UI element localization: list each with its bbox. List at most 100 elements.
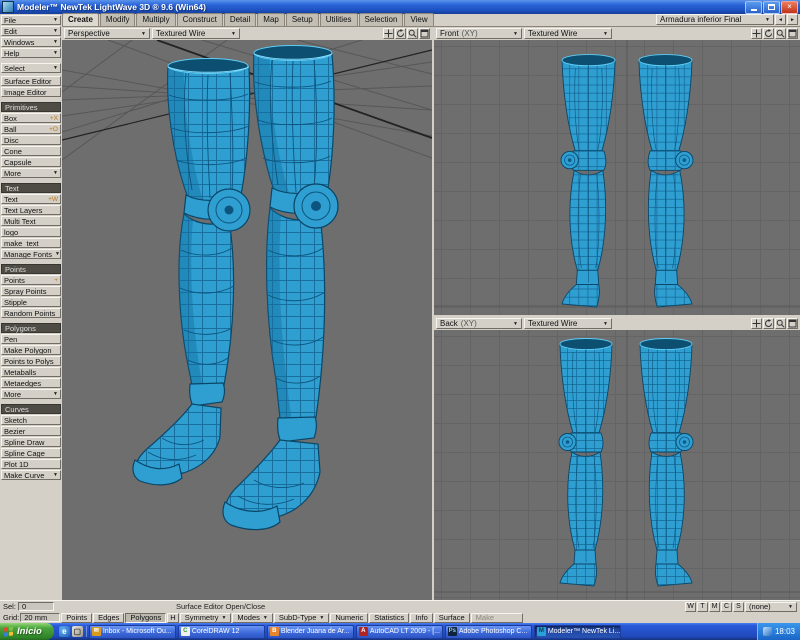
maximize-viewport-button[interactable] (787, 318, 798, 329)
maximize-button[interactable] (763, 0, 780, 14)
zoom-button[interactable] (407, 28, 418, 39)
rotate-button[interactable] (763, 318, 774, 329)
tool-manage-fonts[interactable]: Manage Fonts ▼ (1, 249, 61, 259)
pan-button[interactable] (751, 28, 762, 39)
tab-create[interactable]: Create (62, 13, 99, 26)
tool-points-to-polys[interactable]: Points to Polys (1, 356, 61, 366)
tool-pen[interactable]: Pen (1, 334, 61, 344)
taskbar-app-photoshop[interactable]: Ps Adobe Photoshop C... (444, 624, 532, 639)
tool-more-polygons[interactable]: More ▼ (1, 389, 61, 399)
tab-setup[interactable]: Setup (285, 13, 319, 26)
tool-points[interactable]: Points + (1, 275, 61, 285)
zoom-button[interactable] (775, 28, 786, 39)
tool-logo[interactable]: logo (1, 227, 61, 237)
vmap-color-button[interactable]: C (721, 601, 732, 612)
taskbar-app-blender[interactable]: B Blender Juana de Ar... (266, 624, 354, 639)
tab-detail[interactable]: Detail (223, 13, 257, 26)
taskbar-app-coreldraw[interactable]: C CorelDRAW 12 (177, 624, 265, 639)
front-canvas[interactable] (434, 40, 800, 315)
tool-metaedges[interactable]: Metaedges (1, 378, 61, 388)
subd-type-button[interactable]: SubD-Type ▼ (273, 612, 330, 623)
tab-modify[interactable]: Modify (99, 13, 136, 26)
preset-next-button[interactable]: ► (787, 14, 798, 25)
close-button[interactable]: × (781, 0, 798, 14)
menu-file[interactable]: File ▼ (1, 15, 61, 25)
tool-plot-1d[interactable]: Plot 1D (1, 459, 61, 469)
show-desktop-icon[interactable]: ▢ (71, 626, 83, 637)
menu-help[interactable]: Help ▼ (1, 48, 61, 58)
maximize-viewport-button[interactable] (419, 28, 430, 39)
tray-icon[interactable] (762, 627, 772, 636)
tool-spray-points[interactable]: Spray Points (1, 286, 61, 296)
info-button[interactable]: Info (410, 612, 433, 623)
preset-prev-button[interactable]: ◄ (775, 14, 786, 25)
tool-more-primitives[interactable]: More ▼ (1, 168, 61, 178)
tool-stipple[interactable]: Stipple (1, 297, 61, 307)
pan-button[interactable] (383, 28, 394, 39)
tool-make-text[interactable]: make_text (1, 238, 61, 248)
tool-multi-text[interactable]: Multi Text (1, 216, 61, 226)
perspective-canvas[interactable] (62, 40, 432, 600)
tool-text[interactable]: Text +W (1, 194, 61, 204)
tab-selection[interactable]: Selection (358, 13, 404, 26)
symmetry-button[interactable]: Symmetry ▼ (179, 612, 232, 623)
h-button[interactable]: H (167, 612, 179, 623)
taskbar-app-modeler[interactable]: M Modeler™ NewTek Li... (533, 624, 621, 639)
tool-cone[interactable]: Cone (1, 146, 61, 156)
vmap-weight-button[interactable]: W (685, 601, 696, 612)
vmap-selection-button[interactable]: S (733, 601, 744, 612)
render-mode-dropdown[interactable]: Textured Wire ▼ (524, 318, 612, 329)
menu-edit[interactable]: Edit ▼ (1, 26, 61, 36)
tool-capsule[interactable]: Capsule (1, 157, 61, 167)
modes-button[interactable]: Modes ▼ (232, 612, 273, 623)
tool-box[interactable]: Box +X (1, 113, 61, 123)
taskbar-app-outlook[interactable]: ✉ Inbox - Microsoft Ou... (88, 624, 176, 639)
tab-map[interactable]: Map (257, 13, 285, 26)
vmap-morph-button[interactable]: M (709, 601, 720, 612)
back-canvas[interactable] (434, 330, 800, 600)
mode-edges-button[interactable]: Edges (93, 612, 125, 623)
mode-points-button[interactable]: Points (61, 612, 93, 623)
rotate-button[interactable] (395, 28, 406, 39)
tab-construct[interactable]: Construct (176, 13, 223, 26)
rotate-button[interactable] (763, 28, 774, 39)
view-type-dropdown[interactable]: Back (XY) ▼ (436, 318, 522, 329)
tool-make-polygon[interactable]: Make Polygon (1, 345, 61, 355)
internet-explorer-icon[interactable]: e (58, 626, 70, 637)
image-editor-button[interactable]: Image Editor (1, 87, 61, 97)
mode-polygons-button[interactable]: Polygons (125, 612, 167, 623)
tool-ball[interactable]: Ball +O (1, 124, 61, 134)
maximize-viewport-button[interactable] (787, 28, 798, 39)
render-mode-dropdown[interactable]: Textured Wire ▼ (152, 28, 240, 39)
zoom-button[interactable] (775, 318, 786, 329)
tab-multiply[interactable]: Multiply (136, 13, 176, 26)
start-button[interactable]: Inicio (0, 623, 54, 640)
menu-select[interactable]: Select ▼ (1, 63, 61, 73)
tool-sketch[interactable]: Sketch (1, 415, 61, 425)
tool-spline-cage[interactable]: Spline Cage (1, 448, 61, 458)
render-mode-dropdown[interactable]: Textured Wire ▼ (524, 28, 612, 39)
menu-windows[interactable]: Windows ▼ (1, 37, 61, 47)
preset-dropdown[interactable]: Armadura inferior Final ▼ (656, 14, 774, 25)
tab-view[interactable]: View (404, 13, 434, 26)
surface-editor-button[interactable]: Surface Editor (1, 76, 61, 86)
minimize-button[interactable] (745, 0, 762, 14)
numeric-button[interactable]: Numeric (330, 612, 369, 623)
tab-utilities[interactable]: Utilities (319, 13, 358, 26)
tool-metaballs[interactable]: Metaballs (1, 367, 61, 377)
tool-bezier[interactable]: Bezier (1, 426, 61, 436)
surface-button[interactable]: Surface (433, 612, 470, 623)
make-button[interactable]: Make (470, 612, 523, 623)
view-type-dropdown[interactable]: Perspective ▼ (64, 28, 150, 39)
pan-button[interactable] (751, 318, 762, 329)
tool-random-points[interactable]: Random Points (1, 308, 61, 318)
tool-spline-draw[interactable]: Spline Draw (1, 437, 61, 447)
tool-make-curve[interactable]: Make Curve ▼ (1, 470, 61, 480)
vmap-dropdown[interactable]: (none) ▼ (745, 601, 797, 612)
tool-text-layers[interactable]: Text Layers (1, 205, 61, 215)
statistics-button[interactable]: Statistics (369, 612, 410, 623)
taskbar-app-autocad[interactable]: A AutoCAD LT 2009 - [... (355, 624, 443, 639)
view-type-dropdown[interactable]: Front (XY) ▼ (436, 28, 522, 39)
vmap-texture-button[interactable]: T (697, 601, 708, 612)
tool-disc[interactable]: Disc (1, 135, 61, 145)
